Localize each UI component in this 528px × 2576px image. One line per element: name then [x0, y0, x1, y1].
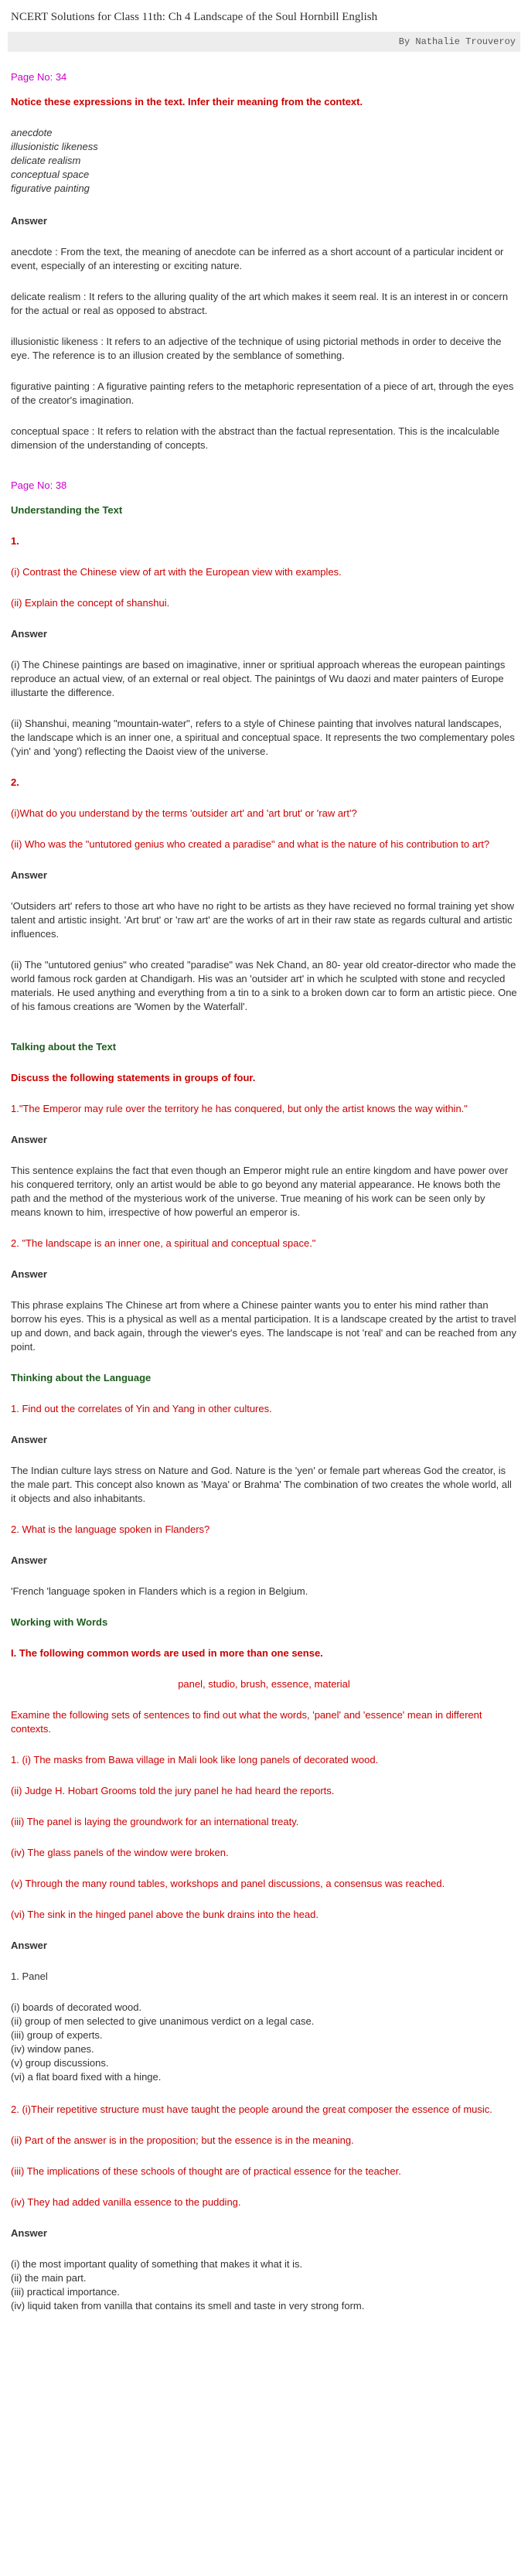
question-expressions: Notice these expressions in the text. In… — [11, 96, 363, 107]
question-text: (ii) Who was the "untutored genius who c… — [11, 838, 490, 850]
term-item: anecdote — [11, 127, 53, 138]
answer-label: Answer — [11, 2227, 47, 2239]
list-item: (ii) group of men selected to give unani… — [11, 2015, 315, 2027]
section-heading: Thinking about the Language — [11, 1372, 152, 1384]
answer-paragraph: illusionistic likeness : It refers to an… — [11, 336, 502, 361]
question-text: 2. "The landscape is an inner one, a spi… — [11, 1237, 316, 1249]
instruction-text: Discuss the following statements in grou… — [11, 1072, 256, 1083]
sentence-item: 2. (i)Their repetitive structure must ha… — [11, 2103, 492, 2115]
answer-paragraph: 'French 'language spoken in Flanders whi… — [11, 1585, 308, 1597]
expression-list: anecdote illusionistic likeness delicate… — [11, 126, 517, 196]
answer-subheading: 1. Panel — [11, 1970, 48, 1982]
answer-paragraph: delicate realism : It refers to the allu… — [11, 291, 509, 316]
page-number-38: Page No: 38 — [11, 479, 67, 491]
question-number: 2. — [11, 776, 19, 788]
instruction-text: Examine the following sets of sentences … — [11, 1709, 482, 1735]
list-item: (iii) group of experts. — [11, 2029, 103, 2041]
term-item: delicate realism — [11, 155, 81, 166]
answer-label: Answer — [11, 1268, 47, 1280]
answer-paragraph: The Indian culture lays stress on Nature… — [11, 1465, 512, 1504]
list-item: (vi) a flat board fixed with a hinge. — [11, 2071, 162, 2083]
answer-label: Answer — [11, 1940, 47, 1951]
answer-paragraph: This phrase explains The Chinese art fro… — [11, 1299, 517, 1353]
sentence-item: (iii) The implications of these schools … — [11, 2165, 401, 2177]
document-page: NCERT Solutions for Class 11th: Ch 4 Lan… — [0, 0, 528, 2313]
sentence-item: (ii) Judge H. Hobart Grooms told the jur… — [11, 1785, 335, 1796]
page-number-34: Page No: 34 — [11, 71, 67, 83]
question-text: I. The following common words are used i… — [11, 1647, 323, 1659]
answer-paragraph: figurative painting : A figurative paint… — [11, 380, 514, 406]
list-item: (iv) liquid taken from vanilla that cont… — [11, 2300, 365, 2312]
author-byline: By Nathalie Trouveroy — [8, 32, 520, 52]
answer-paragraph: (ii) Shanshui, meaning "mountain-water",… — [11, 718, 515, 757]
answer-label: Answer — [11, 1134, 47, 1145]
term-item: figurative painting — [11, 183, 90, 194]
question-text: (ii) Explain the concept of shanshui. — [11, 597, 170, 609]
list-item: (ii) the main part. — [11, 2272, 87, 2284]
answer-paragraph: 'Outsiders art' refers to those art who … — [11, 900, 514, 940]
document-content: Page No: 34 Notice these expressions in … — [8, 70, 520, 2313]
answer-label: Answer — [11, 1554, 47, 1566]
essence-answer-list: (i) the most important quality of someth… — [11, 2257, 517, 2313]
question-text: 1."The Emperor may rule over the territo… — [11, 1103, 468, 1114]
term-item: conceptual space — [11, 169, 90, 180]
section-heading: Talking about the Text — [11, 1041, 117, 1053]
question-text: (i) Contrast the Chinese view of art wit… — [11, 566, 342, 578]
question-text: 2. What is the language spoken in Flande… — [11, 1523, 210, 1535]
answer-label: Answer — [11, 215, 47, 227]
question-text: 1. Find out the correlates of Yin and Ya… — [11, 1403, 272, 1414]
sentence-item: (iv) They had added vanilla essence to t… — [11, 2196, 241, 2208]
list-item: (iii) practical importance. — [11, 2286, 120, 2298]
term-item: illusionistic likeness — [11, 141, 98, 152]
answer-label: Answer — [11, 1434, 47, 1445]
document-title: NCERT Solutions for Class 11th: Ch 4 Lan… — [11, 11, 378, 23]
word-list: panel, studio, brush, essence, material — [178, 1678, 350, 1690]
panel-answer-list: (i) boards of decorated wood. (ii) group… — [11, 2001, 517, 2084]
section-heading: Working with Words — [11, 1616, 108, 1628]
sentence-item: (v) Through the many round tables, works… — [11, 1878, 445, 1889]
answer-label: Answer — [11, 869, 47, 881]
answer-paragraph: (ii) The "untutored genius" who created … — [11, 959, 517, 1012]
list-item: (i) the most important quality of someth… — [11, 2258, 303, 2270]
answer-paragraph: conceptual space : It refers to relation… — [11, 425, 500, 451]
answer-paragraph: anecdote : From the text, the meaning of… — [11, 246, 504, 271]
list-item: (iv) window panes. — [11, 2043, 94, 2055]
sentence-item: 1. (i) The masks from Bawa village in Ma… — [11, 1754, 379, 1766]
question-number: 1. — [11, 535, 19, 547]
sentence-item: (iv) The glass panels of the window were… — [11, 1847, 229, 1858]
list-item: (v) group discussions. — [11, 2057, 109, 2069]
answer-paragraph: (i) The Chinese paintings are based on i… — [11, 659, 506, 698]
section-heading: Understanding the Text — [11, 504, 123, 516]
list-item: (i) boards of decorated wood. — [11, 2001, 142, 2013]
answer-paragraph: This sentence explains the fact that eve… — [11, 1165, 509, 1218]
sentence-item: (iii) The panel is laying the groundwork… — [11, 1816, 299, 1827]
question-text: (i)What do you understand by the terms '… — [11, 807, 357, 819]
sentence-item: (ii) Part of the answer is in the propos… — [11, 2134, 354, 2146]
sentence-item: (vi) The sink in the hinged panel above … — [11, 1909, 319, 1920]
answer-label: Answer — [11, 628, 47, 640]
